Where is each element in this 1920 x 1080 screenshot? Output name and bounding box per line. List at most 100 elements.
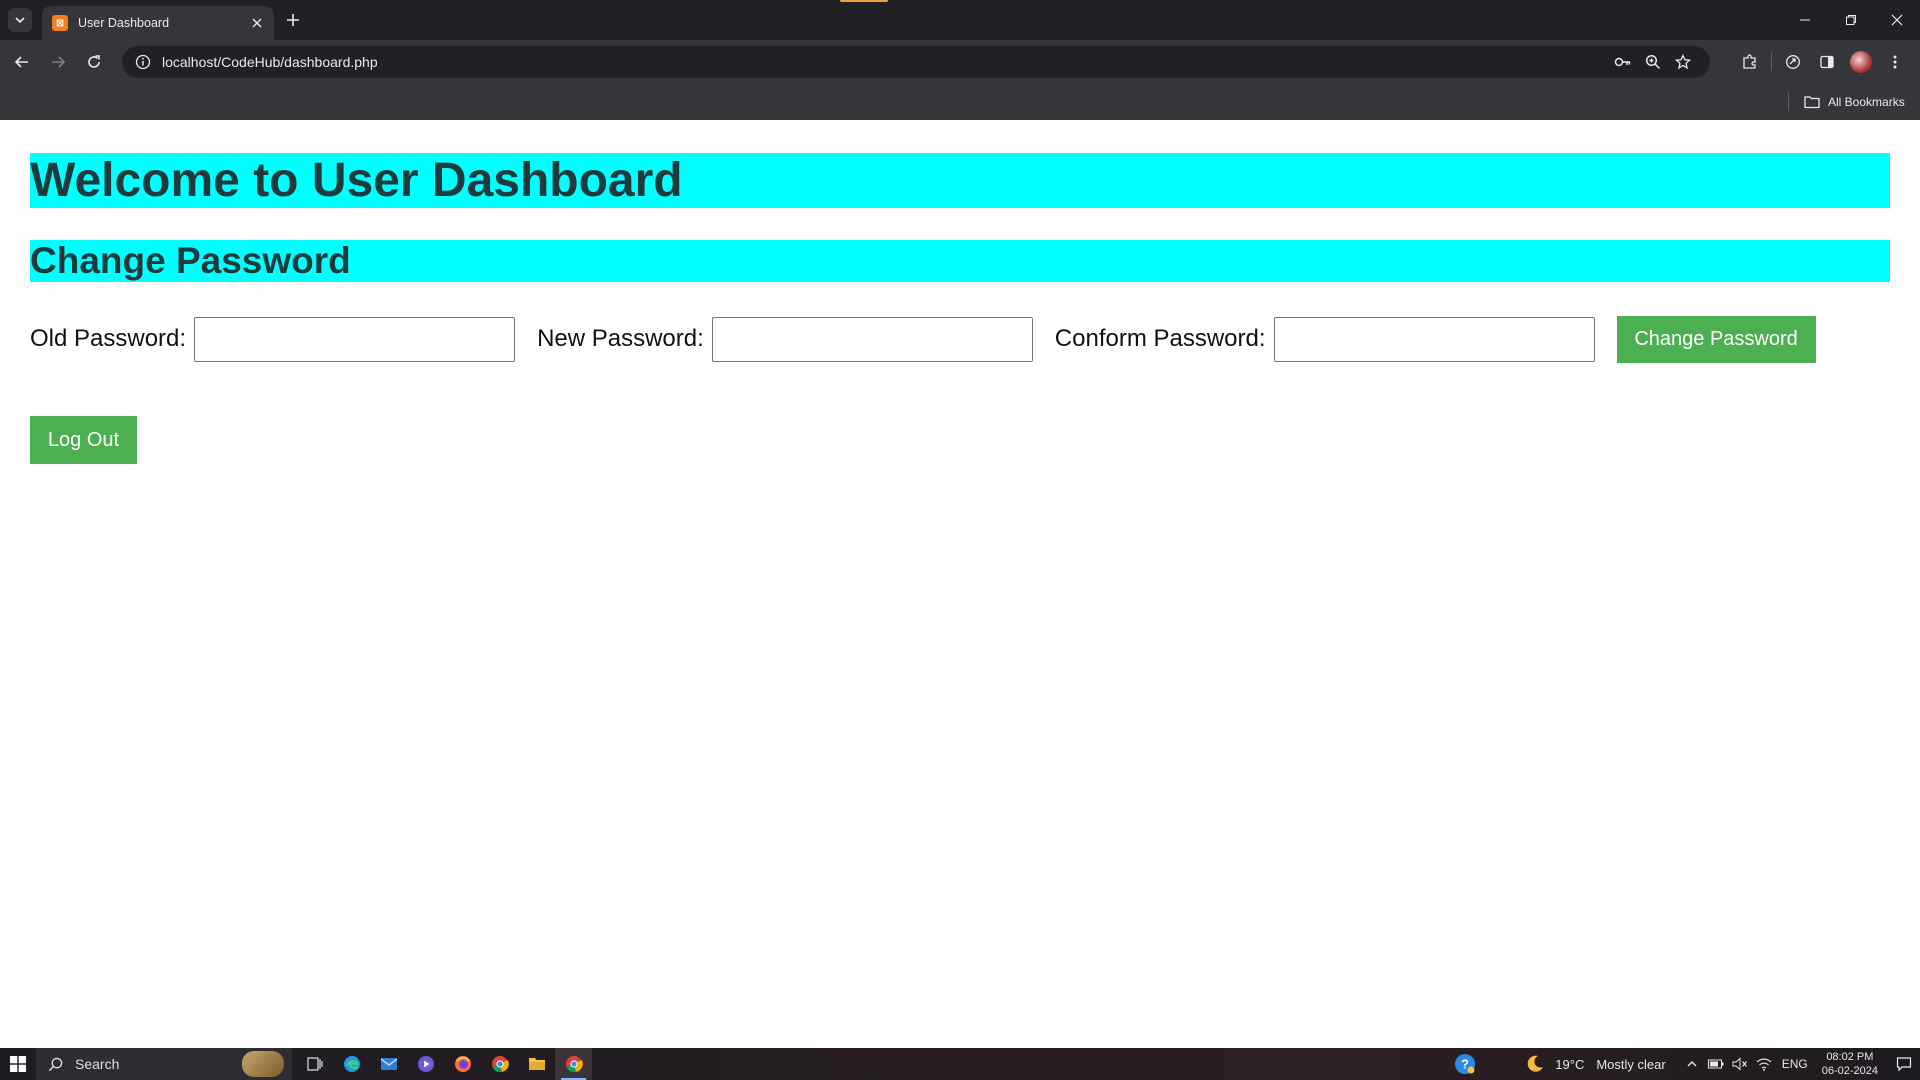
side-panel-icon (1820, 55, 1834, 69)
extension-icon (1786, 55, 1800, 69)
page-content: Welcome to User Dashboard Change Passwor… (0, 120, 1920, 1048)
browser-menu-button[interactable] (1878, 48, 1912, 76)
url-text[interactable]: localhost/CodeHub/dashboard.php (162, 54, 1608, 70)
side-panel-button[interactable] (1810, 48, 1844, 76)
task-view-button[interactable] (296, 1048, 333, 1080)
restore-button[interactable] (1828, 0, 1874, 40)
forward-button[interactable] (44, 48, 72, 76)
info-icon (135, 54, 151, 70)
taskbar-media-player[interactable] (407, 1048, 444, 1080)
taskbar-chrome[interactable] (481, 1048, 518, 1080)
clock[interactable]: 08:02 PM 06-02-2024 (1822, 1050, 1878, 1078)
firefox-icon (454, 1056, 471, 1072)
task-view-icon (306, 1057, 323, 1071)
tab-strip: ⊠ User Dashboard (0, 0, 1920, 40)
restore-icon (1846, 15, 1856, 25)
xampp-favicon-icon: ⊠ (52, 15, 68, 31)
folder-icon (528, 1058, 545, 1070)
all-bookmarks-button[interactable]: All Bookmarks (1804, 90, 1905, 114)
key-icon (1614, 57, 1631, 67)
window-controls (1782, 0, 1920, 40)
tab-title: User Dashboard (78, 16, 170, 30)
address-bar[interactable]: localhost/CodeHub/dashboard.php (122, 46, 1710, 78)
reload-icon (88, 55, 100, 68)
search-highlight-image (242, 1051, 284, 1077)
old-password-field[interactable] (194, 316, 516, 362)
profile-accent-bar (840, 0, 888, 2)
browser-toolbar: localhost/CodeHub/dashboard.php (0, 40, 1920, 84)
extension-button[interactable] (1776, 48, 1810, 76)
volume-tray-button[interactable] (1728, 1048, 1752, 1080)
site-info-button[interactable] (134, 53, 152, 71)
bookmarks-bar: All Bookmarks (0, 84, 1920, 120)
notification-icon (1896, 1057, 1912, 1072)
profile-button[interactable] (1844, 48, 1878, 76)
bookmark-star-button[interactable] (1668, 48, 1698, 76)
close-icon (252, 18, 262, 28)
input-language[interactable]: ENG (1782, 1057, 1808, 1071)
battery-icon (1707, 1059, 1724, 1069)
all-bookmarks-label: All Bookmarks (1828, 95, 1905, 109)
chevron-up-icon (1687, 1061, 1697, 1067)
notification-center-button[interactable] (1888, 1048, 1920, 1080)
mail-icon (380, 1058, 397, 1070)
avatar (1850, 51, 1872, 73)
back-button[interactable] (8, 48, 36, 76)
arrow-right-icon (52, 56, 66, 68)
change-password-form: Old Password: New Password: Conform Pass… (30, 314, 1816, 364)
change-password-button[interactable]: Change Password (1616, 315, 1816, 363)
new-password-field[interactable] (711, 316, 1033, 362)
new-tab-button[interactable] (282, 9, 304, 31)
taskbar-search[interactable]: Search (36, 1048, 292, 1080)
taskbar-apps (296, 1048, 592, 1080)
new-password-label: New Password: (537, 325, 704, 352)
help-tray-button[interactable]: ? (1445, 1048, 1485, 1080)
extensions-button[interactable] (1733, 48, 1767, 76)
clock-date: 06-02-2024 (1821, 1065, 1878, 1077)
logout-button[interactable]: Log Out (30, 416, 137, 464)
confirm-password-field[interactable] (1273, 316, 1595, 362)
minimize-button[interactable] (1782, 0, 1828, 40)
close-window-button[interactable] (1874, 0, 1920, 40)
zoom-icon (1645, 54, 1661, 70)
weather-description: Mostly clear (1596, 1056, 1666, 1072)
reload-button[interactable] (80, 48, 108, 76)
minimize-icon (1800, 19, 1810, 21)
wifi-icon (1756, 1058, 1772, 1071)
page-title: Welcome to User Dashboard (30, 153, 1890, 208)
taskbar-search-label: Search (75, 1056, 120, 1072)
star-icon (1675, 54, 1691, 70)
arrow-left-icon (14, 56, 28, 68)
puzzle-icon (1743, 54, 1756, 69)
close-tab-button[interactable] (248, 14, 266, 32)
chrome-icon (491, 1056, 509, 1073)
password-key-button[interactable] (1608, 48, 1638, 76)
battery-tray-button[interactable] (1704, 1048, 1728, 1080)
windows-logo-icon (10, 1056, 26, 1072)
taskbar-firefox[interactable] (444, 1048, 481, 1080)
taskbar-mail[interactable] (370, 1048, 407, 1080)
tab-search-button[interactable] (8, 8, 32, 32)
old-password-label: Old Password: (30, 325, 187, 352)
toolbar-divider (1771, 53, 1772, 71)
start-button[interactable] (0, 1048, 36, 1080)
chevron-down-icon (15, 17, 25, 24)
taskbar-file-explorer[interactable] (518, 1048, 555, 1080)
speaker-muted-icon (1732, 1057, 1747, 1071)
zoom-button[interactable] (1638, 48, 1668, 76)
bookmarks-divider (1788, 93, 1789, 111)
weather-temperature: 19°C (1555, 1056, 1585, 1072)
taskbar-chrome-active[interactable] (555, 1048, 592, 1080)
network-tray-button[interactable] (1752, 1048, 1776, 1080)
weather-tray-button[interactable] (1523, 1048, 1547, 1080)
help-icon: ? (1455, 1054, 1476, 1074)
search-icon (48, 1057, 63, 1071)
browser-tab[interactable]: ⊠ User Dashboard (42, 6, 274, 40)
media-player-icon (417, 1056, 434, 1072)
show-hidden-icons-button[interactable] (1680, 1048, 1704, 1080)
toolbar-actions (1733, 48, 1912, 76)
edge-icon (343, 1056, 360, 1072)
plus-icon (287, 14, 299, 26)
folder-icon (1804, 96, 1820, 109)
taskbar-edge[interactable] (333, 1048, 370, 1080)
